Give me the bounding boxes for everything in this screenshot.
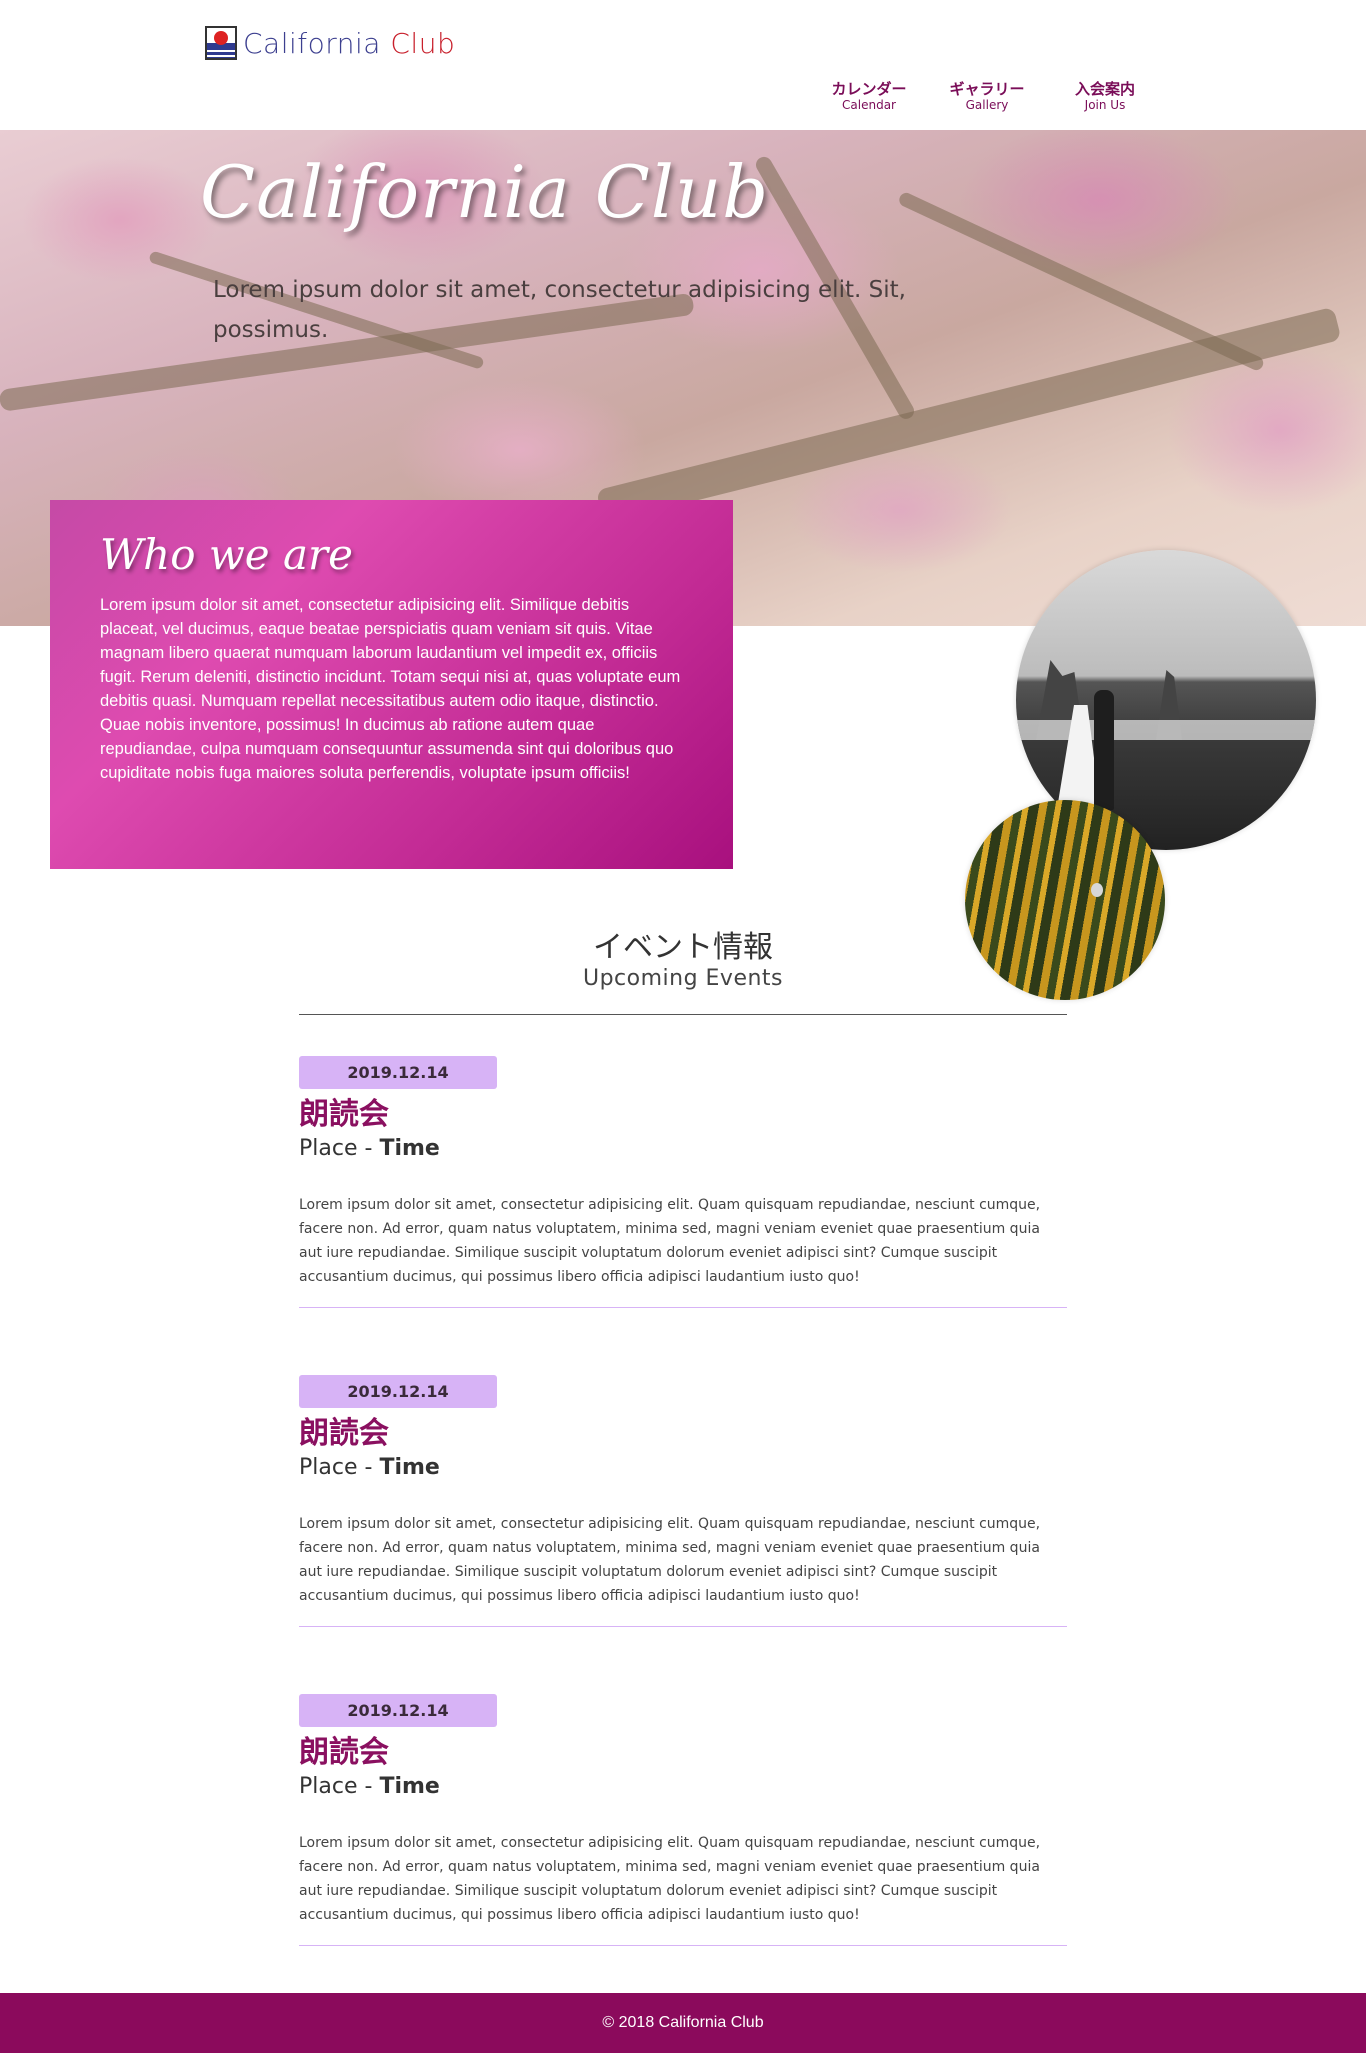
event-place-time: Place - Time xyxy=(299,1135,1067,1163)
event-description: Lorem ipsum dolor sit amet, consectetur … xyxy=(299,1835,1041,1923)
nav-label-en: Gallery xyxy=(965,98,1009,112)
logo-text-california: California xyxy=(243,26,381,60)
nav-item-join[interactable]: 入会案内 Join Us xyxy=(1046,80,1164,113)
event-place-time: Place - Time xyxy=(299,1454,1067,1482)
logo-text-club: Club xyxy=(390,26,456,60)
event-item: 2019.12.14 朗読会 Place - Time Lorem ipsum … xyxy=(299,1375,1067,1627)
nav-label-jp: カレンダー xyxy=(831,80,907,98)
events-heading-jp: イベント情報 xyxy=(593,930,773,965)
event-time: Time xyxy=(379,1774,440,1799)
event-time: Time xyxy=(379,1455,440,1480)
event-item: 2019.12.14 朗読会 Place - Time Lorem ipsum … xyxy=(299,1694,1067,1946)
event-divider xyxy=(299,1626,1067,1627)
events-heading: イベント情報 Upcoming Events xyxy=(299,930,1067,992)
site-header: California Club カレンダー Calendar ギャラリー Gal… xyxy=(0,0,1366,130)
event-place: Place - xyxy=(299,1455,373,1480)
event-date-badge: 2019.12.14 xyxy=(299,1056,497,1089)
site-logo[interactable]: California Club xyxy=(205,26,455,60)
events-heading-en: Upcoming Events xyxy=(582,966,784,991)
nav-label-en: Calendar xyxy=(842,98,896,112)
nav-label-en: Join Us xyxy=(1084,98,1126,112)
event-time: Time xyxy=(379,1136,440,1161)
footer-copyright: © 2018 California Club xyxy=(602,2014,764,2031)
events-divider xyxy=(299,1014,1067,1015)
about-body: Lorem ipsum dolor sit amet, consectetur … xyxy=(100,596,681,782)
event-date-badge: 2019.12.14 xyxy=(299,1694,497,1727)
nav-item-gallery[interactable]: ギャラリー Gallery xyxy=(928,80,1046,113)
site-footer: © 2018 California Club xyxy=(0,1993,1366,2053)
logo-text: California Club xyxy=(243,27,455,60)
event-description: Lorem ipsum dolor sit amet, consectetur … xyxy=(299,1516,1041,1604)
event-title[interactable]: 朗読会 xyxy=(299,1735,1067,1771)
nav-label-jp: 入会案内 xyxy=(1074,80,1135,98)
event-title[interactable]: 朗読会 xyxy=(299,1416,1067,1452)
event-item: 2019.12.14 朗読会 Place - Time Lorem ipsum … xyxy=(299,1056,1067,1308)
event-place-time: Place - Time xyxy=(299,1773,1067,1801)
event-place: Place - xyxy=(299,1136,373,1161)
event-description: Lorem ipsum dolor sit amet, consectetur … xyxy=(299,1197,1041,1285)
hero-title: California Club xyxy=(200,150,770,234)
event-place: Place - xyxy=(299,1774,373,1799)
about-title: Who we are xyxy=(100,530,353,579)
event-date-badge: 2019.12.14 xyxy=(299,1375,497,1408)
event-divider xyxy=(299,1945,1067,1946)
hero-subtitle: Lorem ipsum dolor sit amet, consectetur … xyxy=(213,277,906,343)
nav-label-jp: ギャラリー xyxy=(949,80,1025,98)
main-nav: カレンダー Calendar ギャラリー Gallery 入会案内 Join U… xyxy=(810,80,1164,113)
event-divider xyxy=(299,1307,1067,1308)
event-title[interactable]: 朗読会 xyxy=(299,1097,1067,1133)
about-section: Who we are Lorem ipsum dolor sit amet, c… xyxy=(50,500,733,869)
nav-item-calendar[interactable]: カレンダー Calendar xyxy=(810,80,928,113)
flag-icon xyxy=(205,26,237,60)
